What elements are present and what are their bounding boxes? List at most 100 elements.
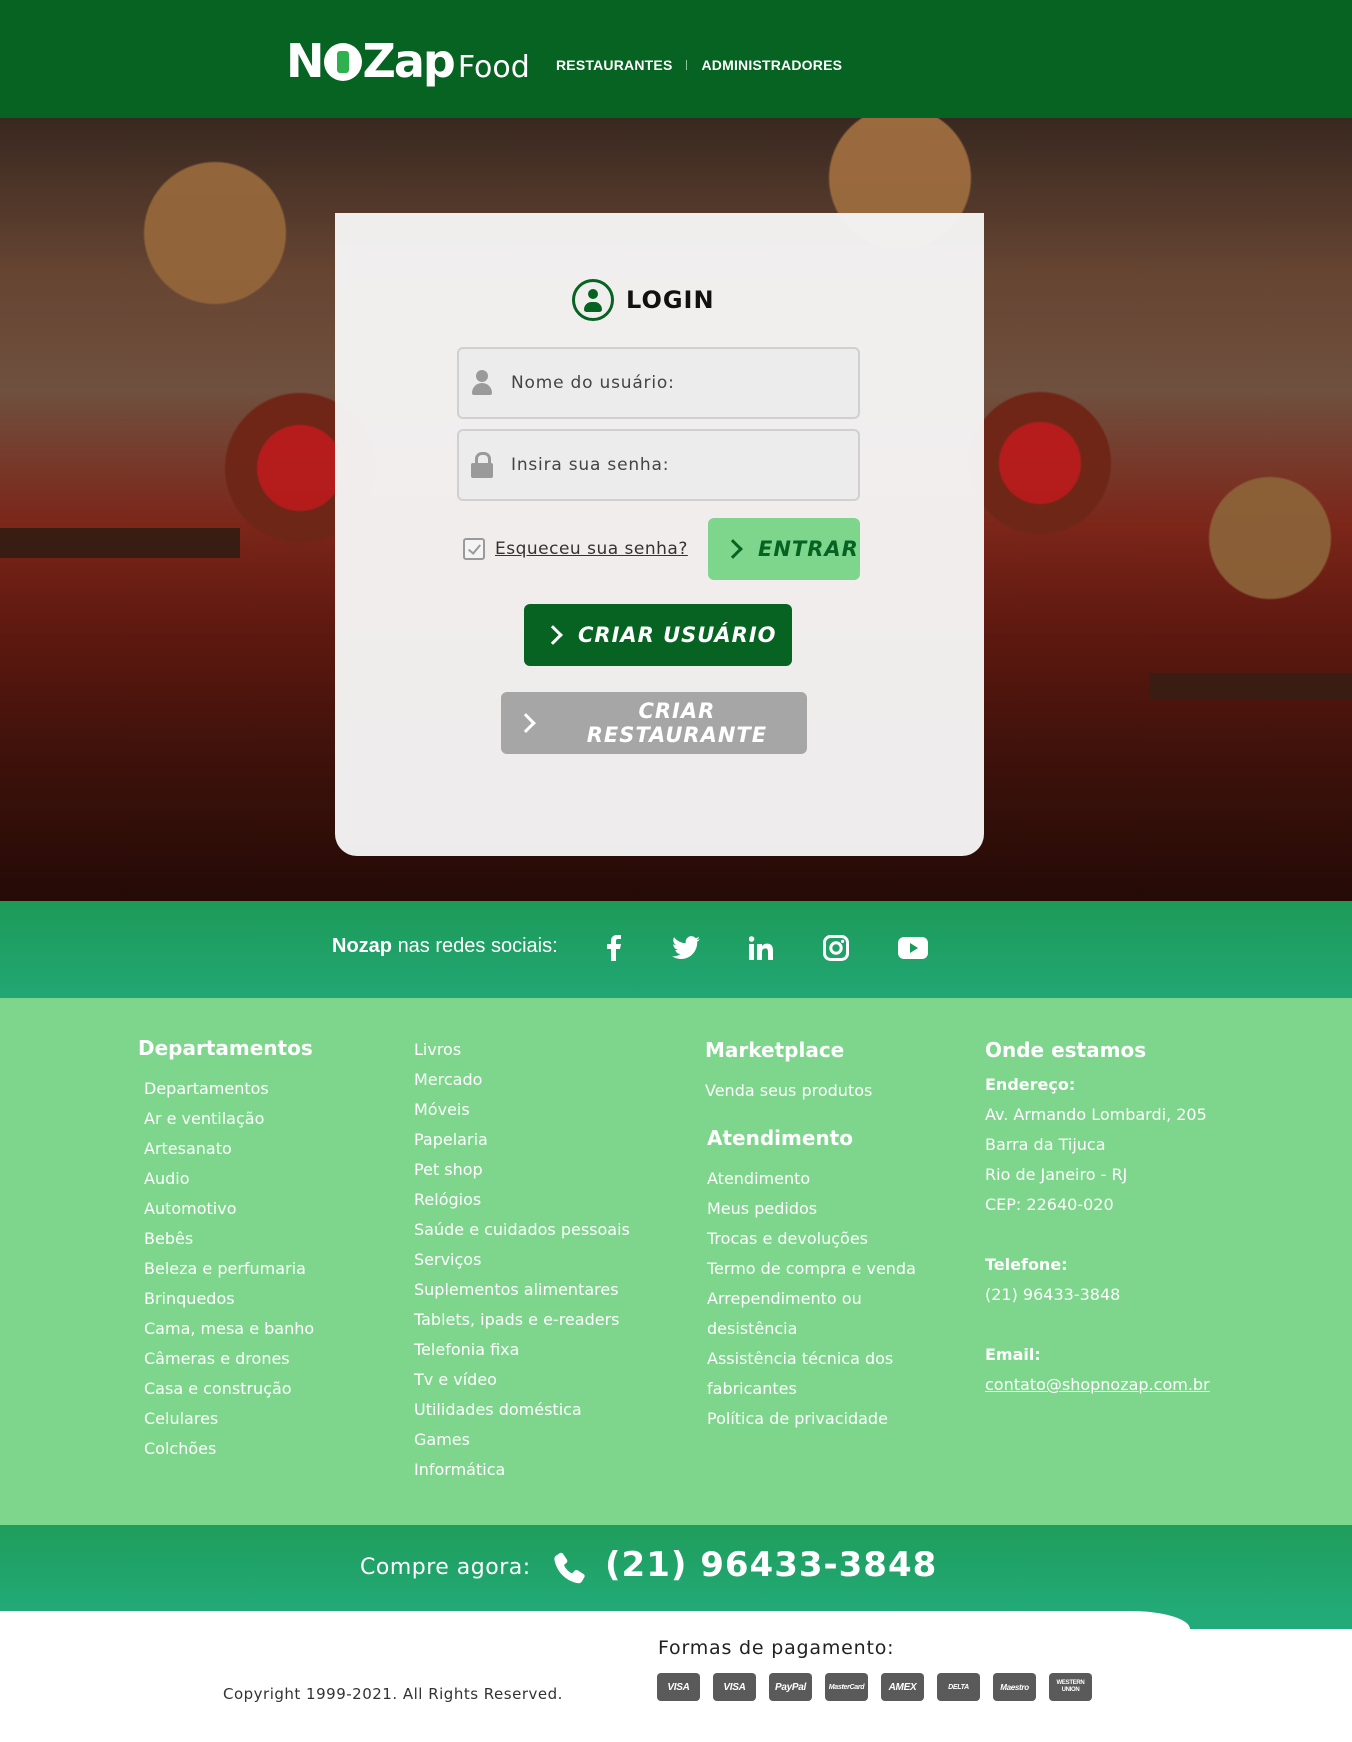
criar-usuario-label: CRIAR USUÁRIO bbox=[578, 623, 777, 647]
username-field[interactable] bbox=[457, 347, 860, 419]
footer-link[interactable]: Móveis bbox=[414, 1095, 630, 1125]
nav-restaurantes[interactable]: RESTAURANTES bbox=[556, 57, 672, 73]
footer-link[interactable]: desistência bbox=[707, 1314, 916, 1344]
footer-link[interactable]: Venda seus produtos bbox=[705, 1076, 916, 1106]
entrar-button[interactable]: ENTRAR bbox=[708, 518, 860, 580]
nav-administradores[interactable]: ADMINISTRADORES bbox=[701, 57, 842, 73]
departamentos-list-2: Livros Mercado Móveis Papelaria Pet shop… bbox=[414, 1035, 630, 1485]
footer-link[interactable]: Tv e vídeo bbox=[414, 1365, 630, 1395]
footer-link[interactable]: Telefonia fixa bbox=[414, 1335, 630, 1365]
footer-link[interactable]: Assistência técnica dos bbox=[707, 1344, 916, 1374]
footer-link[interactable]: Automotivo bbox=[144, 1194, 314, 1224]
linkedin-icon[interactable] bbox=[746, 933, 776, 963]
footer-link[interactable]: Serviços bbox=[414, 1245, 630, 1275]
departamentos-list: Departamentos Ar e ventilação Artesanato… bbox=[144, 1074, 314, 1464]
footer-link[interactable]: Tablets, ipads e e-readers bbox=[414, 1305, 630, 1335]
forgot-password-link[interactable]: Esqueceu sua senha? bbox=[495, 539, 688, 559]
footer-link[interactable]: Meus pedidos bbox=[707, 1194, 916, 1224]
paypal-card-icon: PayPal bbox=[769, 1673, 812, 1701]
address-label: Endereço: bbox=[985, 1075, 1076, 1094]
footer-link[interactable]: Cama, mesa e banho bbox=[144, 1314, 314, 1344]
social-brand: Nozap bbox=[332, 935, 392, 957]
marketplace-heading: Marketplace bbox=[705, 1038, 845, 1062]
amex-card-icon: AMEX bbox=[881, 1673, 924, 1701]
footer-link[interactable]: fabricantes bbox=[707, 1374, 916, 1404]
remember-checkbox[interactable] bbox=[463, 538, 485, 560]
footer-link[interactable]: Papelaria bbox=[414, 1125, 630, 1155]
footer-link[interactable]: Livros bbox=[414, 1035, 630, 1065]
footer-link[interactable]: Arrependimento ou bbox=[707, 1284, 916, 1314]
footer-link[interactable]: Política de privacidade bbox=[707, 1404, 916, 1434]
twitter-icon[interactable] bbox=[671, 933, 701, 963]
footer-link[interactable]: Mercado bbox=[414, 1065, 630, 1095]
login-card: LOGIN Esqueceu sua senha? ENTRAR CRIAR U… bbox=[335, 213, 984, 856]
footer-link[interactable]: Câmeras e drones bbox=[144, 1344, 314, 1374]
footer-link[interactable]: Utilidades doméstica bbox=[414, 1395, 630, 1425]
departamentos-column: Departamentos Departamentos Ar e ventila… bbox=[138, 1036, 314, 1464]
site-header: N Zap Food RESTAURANTES ADMINISTRADORES bbox=[0, 0, 1352, 118]
footer-link[interactable]: Bebês bbox=[144, 1224, 314, 1254]
social-text: nas redes sociais: bbox=[397, 935, 558, 957]
phone-o-icon bbox=[323, 43, 362, 81]
footer-link[interactable]: Artesanato bbox=[144, 1134, 314, 1164]
address-line: CEP: 22640-020 bbox=[985, 1195, 1114, 1214]
footer-link[interactable]: Saúde e cuidados pessoais bbox=[414, 1215, 630, 1245]
footer-link[interactable]: Casa e construção bbox=[144, 1374, 314, 1404]
remember-row: Esqueceu sua senha? bbox=[463, 538, 688, 560]
email-link[interactable]: contato@shopnozap.com.br bbox=[985, 1375, 1210, 1394]
entrar-label: ENTRAR bbox=[758, 537, 859, 561]
logo-food-text: Food bbox=[457, 50, 530, 85]
marketplace-column: Marketplace Venda seus produtos Atendime… bbox=[705, 1038, 916, 1434]
lock-icon bbox=[471, 452, 493, 478]
nozap-food-logo[interactable]: N Zap Food bbox=[286, 34, 530, 88]
address-line: Rio de Janeiro - RJ bbox=[985, 1165, 1128, 1184]
facebook-icon[interactable] bbox=[599, 933, 629, 963]
login-title: LOGIN bbox=[626, 286, 715, 314]
footer-link[interactable]: Ar e ventilação bbox=[144, 1104, 314, 1134]
password-field[interactable] bbox=[457, 429, 860, 501]
password-input[interactable] bbox=[511, 455, 831, 475]
address-line: Av. Armando Lombardi, 205 bbox=[985, 1105, 1207, 1124]
western-union-card-icon: WESTERN UNION bbox=[1049, 1673, 1092, 1701]
footer-link[interactable]: Brinquedos bbox=[144, 1284, 314, 1314]
logo-wordmark: N Zap bbox=[286, 34, 456, 88]
visa-card-icon: VISA bbox=[713, 1673, 756, 1701]
main-nav: RESTAURANTES ADMINISTRADORES bbox=[556, 57, 842, 73]
criar-usuario-button[interactable]: CRIAR USUÁRIO bbox=[524, 604, 792, 666]
nav-separator bbox=[686, 60, 688, 70]
visa-card-icon: VISA bbox=[657, 1673, 700, 1701]
address-line: Barra da Tijuca bbox=[985, 1135, 1106, 1154]
footer-link[interactable]: Departamentos bbox=[144, 1074, 314, 1104]
footer-link[interactable]: Audio bbox=[144, 1164, 314, 1194]
call-number[interactable]: (21) 96433-3848 bbox=[605, 1545, 937, 1585]
atendimento-heading: Atendimento bbox=[707, 1126, 853, 1150]
footer-link[interactable]: Atendimento bbox=[707, 1164, 916, 1194]
username-input[interactable] bbox=[511, 373, 831, 393]
footer-link[interactable]: Colchões bbox=[144, 1434, 314, 1464]
criar-restaurante-label: CRIAR RESTAURANTE bbox=[586, 699, 768, 747]
footer-link[interactable]: Informática bbox=[414, 1455, 630, 1485]
chevron-right-icon bbox=[723, 539, 743, 559]
footer-link[interactable]: Relógios bbox=[414, 1185, 630, 1215]
criar-restaurante-button[interactable]: CRIAR RESTAURANTE bbox=[501, 692, 807, 754]
call-bar: Compre agora: (21) 96433-3848 bbox=[0, 1525, 1352, 1611]
footer-link[interactable]: Pet shop bbox=[414, 1155, 630, 1185]
user-circle-icon bbox=[572, 279, 614, 321]
footer-link[interactable]: Beleza e perfumaria bbox=[144, 1254, 314, 1284]
footer-link[interactable]: Termo de compra e venda bbox=[707, 1254, 916, 1284]
footer-link[interactable]: Games bbox=[414, 1425, 630, 1455]
footer-link[interactable]: Suplementos alimentares bbox=[414, 1275, 630, 1305]
bottom-bar: Copyright 1999-2021. All Rights Reserved… bbox=[0, 1611, 1352, 1742]
chevron-right-icon bbox=[516, 713, 536, 733]
onde-estamos-column: Onde estamos Endereço: Av. Armando Lomba… bbox=[985, 1038, 1210, 1400]
delta-card-icon: DELTA bbox=[937, 1673, 980, 1701]
instagram-icon[interactable] bbox=[821, 933, 851, 963]
onde-estamos-heading: Onde estamos bbox=[985, 1038, 1147, 1062]
footer-link[interactable]: Trocas e devoluções bbox=[707, 1224, 916, 1254]
payment-cards: VISA VISA PayPal MasterCard AMEX DELTA M… bbox=[657, 1673, 1092, 1701]
phone-label: Telefone: bbox=[985, 1255, 1068, 1274]
atendimento-list: Atendimento Meus pedidos Trocas e devolu… bbox=[707, 1164, 916, 1434]
youtube-icon[interactable] bbox=[898, 933, 928, 963]
social-label: Nozap nas redes sociais: bbox=[332, 935, 558, 958]
footer-link[interactable]: Celulares bbox=[144, 1404, 314, 1434]
